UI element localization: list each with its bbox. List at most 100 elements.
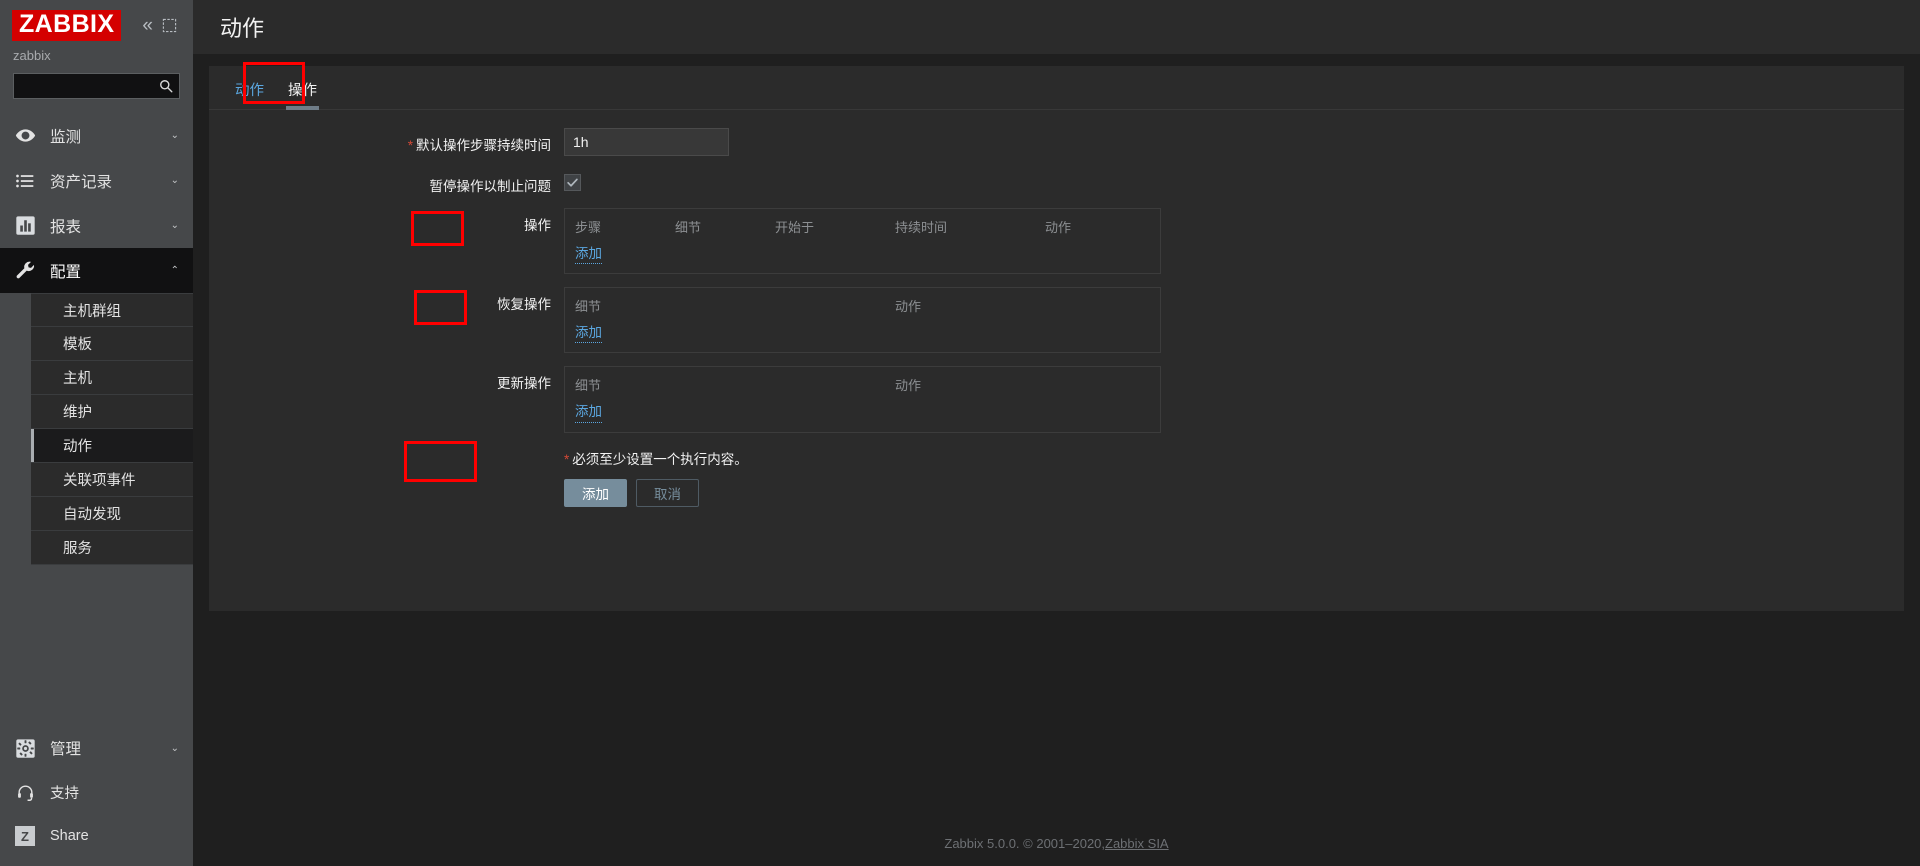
chevron-down-icon: ⌄	[170, 130, 179, 141]
field-row-default-operation-step-duration: * 默认操作步骤持续时间	[209, 128, 1904, 156]
update-operations-table-header: 细节 动作	[565, 367, 1160, 401]
content-area: 动作 操作 *默认操作步骤持续时间 暂停操作以制止问题	[193, 54, 1920, 611]
column-header-details: 细节	[575, 299, 602, 315]
field-control-update-operations: 细节 动作 添加	[564, 366, 1904, 433]
expand-icon[interactable]	[162, 18, 177, 33]
sidebar-item-actions[interactable]: 动作	[31, 429, 193, 463]
sidebar-item-label: 报表	[50, 218, 82, 236]
required-asterisk: *	[407, 138, 413, 153]
sidebar-nav: 监测 ⌄ 资产记录 ⌄ 报表 ⌄ 配置 ⌃	[0, 113, 193, 293]
field-control-recovery-operations: 细节 动作 添加	[564, 287, 1904, 354]
submenu-item-label: 自动发现	[63, 507, 121, 523]
default-operation-step-duration-input[interactable]	[564, 128, 729, 156]
field-control-pause-operations	[564, 169, 1904, 194]
add-operation-link[interactable]: 添加	[575, 245, 602, 265]
action-form-card: 动作 操作 *默认操作步骤持续时间 暂停操作以制止问题	[209, 66, 1904, 611]
recovery-operations-table: 细节 动作 添加	[564, 287, 1161, 354]
main-content: 动作 动作 操作 *默认操作步骤持续时间 暂停	[193, 0, 1920, 866]
recovery-operations-table-header: 细节 动作	[565, 288, 1160, 322]
update-operations-table-body: 添加	[565, 401, 1160, 431]
submenu-item-label: 动作	[63, 439, 92, 455]
gear-icon	[14, 737, 36, 759]
submenu-item-label: 主机	[63, 371, 92, 387]
operations-table-header: 步骤 细节 开始于 持续时间 动作	[565, 209, 1160, 243]
sidebar-item-host-groups[interactable]: 主机群组	[31, 293, 193, 327]
column-header-action: 动作	[1045, 220, 1072, 235]
page-title: 动作	[220, 16, 265, 41]
sidebar-item-inventory[interactable]: 资产记录 ⌄	[0, 158, 193, 203]
zabbix-logo[interactable]: ZABBIX	[12, 9, 122, 41]
server-name: zabbix	[13, 48, 51, 63]
footer-link-zabbix-sia[interactable]: Zabbix SIA	[1105, 836, 1169, 851]
footer-text: Zabbix 5.0.0. © 2001–2020,	[944, 835, 1106, 851]
sidebar-item-label: 管理	[50, 741, 82, 758]
tab-operations[interactable]: 操作	[276, 79, 329, 110]
column-header-action: 动作	[895, 378, 922, 394]
column-header-step: 步骤	[575, 220, 602, 235]
add-update-operation-link[interactable]: 添加	[575, 403, 602, 423]
sidebar-item-hosts[interactable]: 主机	[31, 361, 193, 395]
chevron-down-icon: ⌄	[170, 742, 179, 754]
wrench-icon	[14, 260, 36, 282]
sidebar-item-monitoring[interactable]: 监测 ⌄	[0, 113, 193, 158]
field-row-pause-operations: 暂停操作以制止问题	[209, 169, 1904, 195]
submenu-item-label: 关联项事件	[63, 473, 136, 489]
submenu-item-label: 模板	[63, 337, 92, 353]
column-header-details: 细节	[575, 378, 602, 394]
sidebar-item-services[interactable]: 服务	[31, 531, 193, 565]
zabbix-z-icon: Z	[14, 825, 36, 847]
search-input[interactable]	[14, 74, 179, 98]
search-icon[interactable]	[159, 79, 173, 93]
operations-table: 步骤 细节 开始于 持续时间 动作 添加	[564, 208, 1161, 275]
field-label-update-operations: 更新操作	[497, 376, 551, 392]
sidebar: ZABBIX « zabbix 监测 ⌄ 资产记录 ⌄ 报表 ⌄ 配置 ⌃ 主机…	[0, 0, 193, 866]
headset-icon	[14, 781, 36, 803]
sidebar-bottom: 管理 ⌄ 支持 Z Share	[0, 726, 193, 866]
form-button-row: 添加 取消	[564, 478, 1904, 507]
field-control-default-operation-step-duration	[564, 128, 1904, 156]
form-body: *默认操作步骤持续时间 暂停操作以制止问题	[209, 110, 1904, 542]
sidebar-item-event-correlation[interactable]: 关联项事件	[31, 463, 193, 497]
chevron-down-icon: ⌄	[170, 220, 179, 231]
sidebar-item-maintenance[interactable]: 维护	[31, 395, 193, 429]
sidebar-top: ZABBIX « zabbix 监测 ⌄ 资产记录 ⌄ 报表 ⌄ 配置 ⌃ 主机…	[0, 0, 193, 565]
tab-action[interactable]: 动作	[223, 79, 276, 109]
sidebar-item-templates[interactable]: 模板	[31, 327, 193, 361]
search-wrap	[0, 73, 193, 113]
sidebar-item-label: 配置	[50, 263, 82, 281]
update-operations-table: 细节 动作 添加	[564, 366, 1161, 433]
sidebar-logo-actions: «	[142, 16, 181, 35]
column-header-duration: 持续时间	[895, 220, 948, 235]
submenu-item-label: 主机群组	[63, 303, 121, 320]
page-header: 动作	[193, 0, 1920, 54]
field-label-operations: 操作	[524, 218, 551, 233]
sidebar-item-configuration[interactable]: 配置 ⌃	[0, 248, 193, 293]
sidebar-item-label: 资产记录	[50, 173, 113, 191]
field-label-default-operation-step-duration: * 默认操作步骤持续时间	[407, 138, 551, 153]
column-header-action: 动作	[895, 299, 922, 315]
sidebar-item-reports[interactable]: 报表 ⌄	[0, 203, 193, 248]
bar-chart-icon	[14, 215, 36, 237]
sidebar-item-administration[interactable]: 管理 ⌄	[0, 726, 193, 770]
note-required-asterisk: *	[564, 451, 570, 467]
sidebar-item-support[interactable]: 支持	[0, 770, 193, 814]
field-row-operations: 操作 步骤 细节 开始于 持续时间 动作 添加	[209, 208, 1904, 275]
chevron-double-left-icon[interactable]: «	[142, 16, 152, 35]
sidebar-item-label: Share	[50, 828, 89, 844]
search-box[interactable]	[13, 73, 180, 99]
operations-table-body: 添加	[565, 243, 1160, 273]
sidebar-item-share[interactable]: Z Share	[0, 814, 193, 858]
field-row-update-operations: 更新操作 细节 动作 添加	[209, 366, 1904, 433]
pause-operations-checkbox[interactable]	[564, 174, 581, 191]
sidebar-submenu-configuration: 主机群组 模板 主机 维护 动作 关联项事件 自动发现 服务	[31, 293, 193, 565]
form-tabs: 动作 操作	[209, 66, 1904, 110]
sidebar-logo-row: ZABBIX «	[0, 0, 193, 44]
submit-add-button[interactable]: 添加	[564, 478, 627, 507]
sidebar-item-label: 监测	[50, 128, 82, 146]
sidebar-item-discovery[interactable]: 自动发现	[31, 497, 193, 531]
cancel-button[interactable]: 取消	[636, 478, 699, 507]
page-footer: Zabbix 5.0.0. © 2001–2020, Zabbix SIA	[193, 820, 1920, 866]
add-recovery-operation-link[interactable]: 添加	[575, 324, 602, 344]
field-row-recovery-operations: 恢复操作 细节 动作 添加	[209, 287, 1904, 354]
column-header-details: 细节	[675, 220, 702, 235]
